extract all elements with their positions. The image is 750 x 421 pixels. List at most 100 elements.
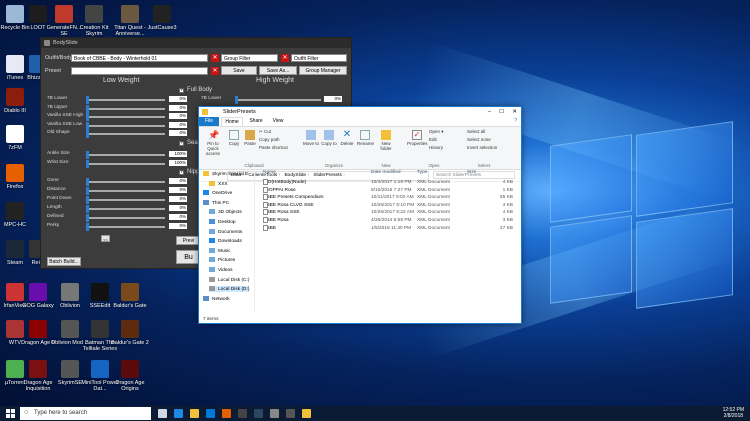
media-icon[interactable]: [238, 409, 247, 418]
copy-button[interactable]: Copy: [227, 130, 241, 146]
nav-item[interactable]: Network: [203, 295, 230, 302]
cut-button[interactable]: ✂ Cut: [259, 129, 271, 135]
desktop-shortcut[interactable]: Firefox: [0, 164, 35, 190]
desktop-shortcut[interactable]: 7zFM: [0, 125, 35, 151]
nav-item[interactable]: XXX: [209, 180, 228, 186]
slider-high[interactable]: [235, 96, 321, 104]
slider-low[interactable]: [86, 104, 165, 113]
slider-value[interactable]: 0%: [324, 96, 342, 102]
rename-button[interactable]: Rename: [357, 130, 374, 146]
app-icon[interactable]: [270, 409, 279, 418]
nav-item[interactable]: This PC: [203, 199, 229, 206]
desktop-shortcut[interactable]: JustCause3: [142, 5, 182, 31]
bodyslide-icon[interactable]: [286, 409, 295, 418]
nav-item[interactable]: Skyrim Special E: [203, 171, 248, 177]
slider-value[interactable]: 0%: [169, 113, 187, 119]
slider-value[interactable]: 100%: [169, 151, 187, 157]
nav-item[interactable]: Desktop: [209, 219, 236, 225]
slider-value[interactable]: 0%: [169, 121, 187, 128]
outfit-filter-input[interactable]: Outfit Filter: [291, 54, 347, 62]
tab-home[interactable]: Home: [221, 117, 243, 126]
file-explorer-icon[interactable]: [190, 409, 199, 418]
slider-low[interactable]: [86, 196, 165, 204]
file-explorer-window[interactable]: SliderPresets – ☐ ✕ File Home Share View…: [198, 106, 522, 324]
slider-low[interactable]: [86, 159, 165, 168]
save-as-button[interactable]: Save As...: [259, 66, 297, 75]
group-manager-button[interactable]: Group Manager: [299, 66, 347, 75]
taskbar-search[interactable]: ○ Type here to search: [20, 407, 151, 420]
table-row[interactable]: CBBE Rosa CLVG SSE 10/25/2017 6:10 PM XML …: [259, 201, 517, 209]
outfit-clear-icon[interactable]: ✕: [211, 54, 219, 62]
table-row[interactable]: CBBE Rosa 4/26/2014 6:59 PM XML Document 3 …: [259, 217, 517, 224]
new-folder-button[interactable]: New folder: [377, 130, 395, 151]
select-none-button[interactable]: Select none: [467, 137, 491, 142]
nav-item[interactable]: Downloads: [209, 238, 242, 244]
nav-item[interactable]: Local Disk (D:): [209, 286, 250, 292]
open-button[interactable]: Open ▾: [429, 129, 444, 135]
preset-clear-icon[interactable]: ✕: [211, 67, 219, 75]
maximize-icon[interactable]: ☐: [499, 107, 504, 117]
slider-value[interactable]: 0%: [169, 130, 187, 136]
select-all-button[interactable]: Select all: [467, 129, 485, 134]
properties-button[interactable]: ✓ Properties: [407, 130, 428, 146]
nav-item[interactable]: Documents: [209, 228, 242, 234]
steam-icon[interactable]: [254, 409, 263, 418]
table-row[interactable]: CBBE 1/5/2018 11:40 PM XML Document 27 KB: [259, 224, 517, 232]
column-header[interactable]: Size: [467, 169, 476, 176]
move-to-button[interactable]: Move to: [303, 130, 319, 146]
invert-selection-button[interactable]: Invert selection: [467, 145, 497, 150]
slider-value[interactable]: 100%: [169, 159, 187, 166]
slider-value[interactable]: 0%: [169, 223, 187, 229]
tab-share[interactable]: Share: [245, 117, 267, 126]
table-row[interactable]: CBBE Presets Compendium 10/11/2017 9:02 A…: [259, 194, 517, 201]
slider-low[interactable]: [86, 178, 165, 186]
desktop-shortcut[interactable]: Creation Kit Skyrim: [74, 5, 114, 37]
column-header[interactable]: Date modified: [371, 169, 401, 176]
slider-low[interactable]: [86, 187, 165, 195]
copy-to-button[interactable]: Copy to: [321, 130, 337, 146]
nav-item[interactable]: OneDrive: [203, 190, 232, 196]
table-row[interactable]: 11D(HotBody)Nude) 10/4/2017 1:18 PM XML Do…: [259, 179, 517, 186]
explorer-titlebar[interactable]: SliderPresets – ☐ ✕: [199, 107, 521, 117]
close-icon[interactable]: ✕: [512, 107, 517, 117]
edge-icon[interactable]: [174, 409, 183, 418]
group-filter-clear-icon[interactable]: ✕: [281, 54, 289, 62]
slider-value[interactable]: 0%: [169, 104, 187, 111]
copy-path-button[interactable]: Copy path: [259, 137, 280, 142]
help-icon[interactable]: ?: [514, 118, 517, 124]
paste-shortcut-button[interactable]: Paste shortcut: [259, 145, 288, 150]
minimize-icon[interactable]: –: [488, 107, 491, 117]
preset-select[interactable]: [71, 67, 208, 75]
tab-file[interactable]: File: [199, 117, 219, 126]
table-row[interactable]: CBBE Rosa SSE 10/25/2017 5:22 AM XML Docum…: [259, 209, 517, 216]
paste-button[interactable]: Paste: [243, 130, 257, 146]
slider-value[interactable]: 0%: [169, 214, 187, 220]
slider-low[interactable]: [86, 223, 165, 231]
slider-value[interactable]: 0%: [169, 187, 187, 193]
table-row[interactable]: 7BOPPAI Rose 8/10/2015 7:27 PM XML Documen…: [259, 186, 517, 194]
nav-item[interactable]: Pictures: [209, 257, 235, 263]
nav-button[interactable]: <<: [101, 235, 110, 242]
desktop-shortcut[interactable]: Baldur's Gate: [110, 283, 150, 309]
history-button[interactable]: History: [429, 145, 443, 150]
edit-button[interactable]: Edit: [429, 137, 437, 142]
store-icon[interactable]: [206, 409, 215, 418]
delete-button[interactable]: ✕ Delete: [339, 130, 355, 147]
slider-low[interactable]: [86, 130, 165, 138]
firefox-icon[interactable]: [222, 409, 231, 418]
pin-quick-access-button[interactable]: 📌 Pin to Quick access: [201, 130, 225, 156]
desktop-shortcut[interactable]: MPC-HC: [0, 202, 35, 228]
slider-value[interactable]: 0%: [169, 178, 187, 184]
bodyslide-titlebar[interactable]: BodySlide: [41, 38, 351, 48]
explorer-running-icon[interactable]: [302, 409, 311, 418]
slider-value[interactable]: 0%: [169, 196, 187, 202]
task-view-icon[interactable]: [158, 409, 167, 418]
slider-low[interactable]: [86, 113, 165, 121]
nav-item[interactable]: Music: [209, 247, 231, 254]
windows-start-icon[interactable]: [6, 409, 15, 418]
section-checkbox[interactable]: [179, 140, 184, 146]
system-clock[interactable]: 12:52 PM 2/8/2018: [723, 407, 744, 419]
desktop-shortcut[interactable]: Baldur's Gate 2: [110, 320, 150, 346]
desktop-shortcut[interactable]: Diablo III: [0, 88, 35, 114]
column-header[interactable]: Type: [417, 169, 427, 176]
